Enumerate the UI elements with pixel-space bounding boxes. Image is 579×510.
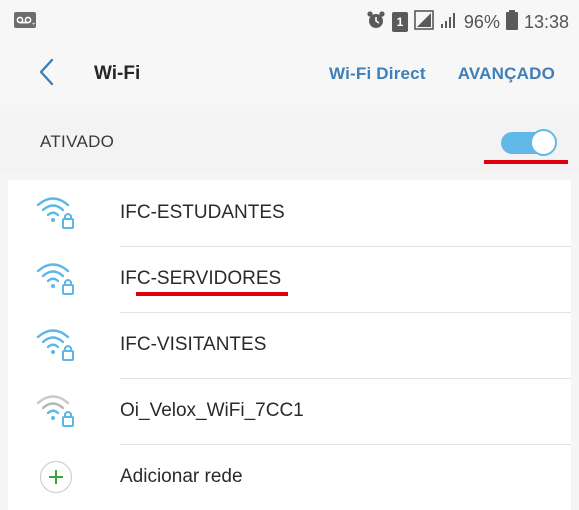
svg-text:+: + bbox=[32, 22, 36, 28]
network-item[interactable]: IFC-VISITANTES bbox=[8, 312, 571, 378]
network-ssid: IFC-ESTUDANTES bbox=[120, 202, 285, 223]
battery-icon bbox=[505, 9, 518, 35]
wifi-settings-screen: + 1 96% 13:38 Wi-Fi Wi-Fi Direct AVANÇAD… bbox=[0, 0, 579, 510]
advanced-button[interactable]: AVANÇADO bbox=[458, 64, 555, 84]
network-ssid: IFC-SERVIDORES bbox=[120, 268, 282, 289]
network-ssid: IFC-VISITANTES bbox=[120, 334, 267, 355]
add-network-label: Adicionar rede bbox=[120, 466, 243, 487]
master-switch-label: ATIVADO bbox=[40, 132, 115, 151]
page-title: Wi-Fi bbox=[94, 63, 141, 84]
network-ssid: Oi_Velox_WiFi_7CC1 bbox=[120, 400, 304, 421]
clock-time: 13:38 bbox=[523, 11, 569, 32]
add-network-button[interactable]: Adicionar rede bbox=[8, 444, 571, 510]
sim-badge-icon: 1 bbox=[391, 12, 408, 32]
wifi-locked-icon bbox=[36, 193, 76, 234]
network-item[interactable]: Oi_Velox_WiFi_7CC1 bbox=[8, 378, 571, 444]
app-bar: Wi-Fi Wi-Fi Direct AVANÇADO bbox=[0, 44, 579, 104]
wifi-toggle-switch[interactable] bbox=[497, 128, 557, 156]
highlight-underline-network bbox=[136, 292, 288, 296]
voicemail-icon: + bbox=[14, 11, 36, 33]
status-bar: + 1 96% 13:38 bbox=[0, 0, 579, 44]
wifi-locked-weak-icon bbox=[36, 391, 76, 432]
battery-percent: 96% bbox=[463, 11, 500, 32]
plus-icon bbox=[40, 461, 72, 493]
chevron-left-icon bbox=[38, 58, 54, 91]
toggle-knob bbox=[530, 129, 557, 156]
network-list: IFC-ESTUDANTES IFC-SERVIDORES IFC-VISITA… bbox=[8, 180, 571, 510]
sim-badge-number: 1 bbox=[396, 15, 404, 29]
alarm-icon bbox=[366, 10, 386, 35]
signal-bars-icon bbox=[440, 11, 458, 34]
mobile-data-icon bbox=[414, 9, 434, 35]
back-button[interactable] bbox=[34, 58, 58, 91]
highlight-underline-toggle bbox=[484, 160, 568, 164]
wifi-locked-icon bbox=[36, 259, 76, 300]
network-item[interactable]: IFC-ESTUDANTES bbox=[8, 180, 571, 246]
wifi-direct-button[interactable]: Wi-Fi Direct bbox=[329, 64, 426, 84]
network-item[interactable]: IFC-SERVIDORES bbox=[8, 246, 571, 312]
wifi-locked-icon bbox=[36, 325, 76, 366]
